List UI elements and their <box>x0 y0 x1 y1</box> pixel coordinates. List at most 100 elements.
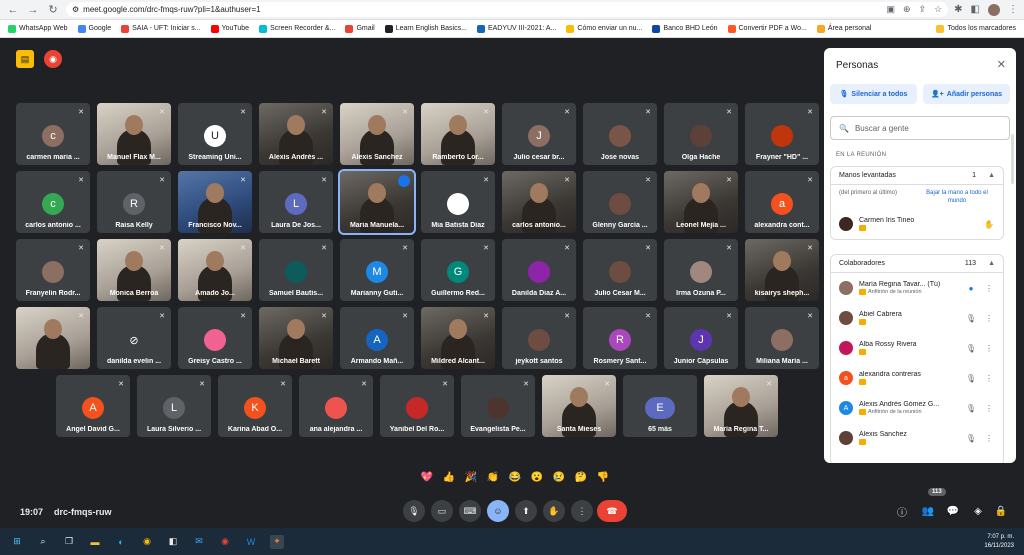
meeting-info-icon[interactable]: ⓘ <box>895 504 909 519</box>
participant-tile[interactable]: ✕ Monica Berroa <box>97 239 171 301</box>
bookmark-item[interactable]: WhatsApp Web <box>8 24 68 33</box>
participant-tile[interactable]: ✕ Leonel Mejía ... <box>664 171 738 233</box>
activities-icon[interactable]: ◈ <box>971 504 985 518</box>
participant-tile[interactable]: ✕ María Regina T... <box>704 375 778 437</box>
reaction-emoji[interactable]: 😮 <box>530 470 544 484</box>
participant-tile[interactable]: ✕ Michael Barett <box>259 307 333 369</box>
participant-tile[interactable]: Maria Manuela... <box>338 169 416 235</box>
raised-hands-header[interactable]: Manos levantadas 1 ▲ <box>831 167 1003 185</box>
bookmark-item[interactable]: YouTube <box>210 24 249 33</box>
bookmark-star-icon[interactable]: ☆ <box>934 4 942 15</box>
participant-tile[interactable]: ✕ Mildred Alcant... <box>421 307 495 369</box>
participant-tile[interactable]: ✕ Ramberto Lor... <box>421 103 495 165</box>
reaction-emoji[interactable]: 🤔 <box>574 470 588 484</box>
participant-tile[interactable]: J ✕ Junior Cápsulas <box>664 307 738 369</box>
participant-tile[interactable]: K ✕ Karina Abad O... <box>218 375 292 437</box>
recording-icon[interactable]: ◉ <box>44 50 62 68</box>
participant-tile[interactable]: L ✕ Laura De Jos... <box>259 171 333 233</box>
mic-off-icon[interactable]: 🎙 <box>965 374 977 383</box>
participant-tile[interactable]: ✕ Amado Jo... <box>178 239 252 301</box>
participant-tile[interactable]: ✕ Yanibel Del Ro... <box>380 375 454 437</box>
participant-tile[interactable]: R ✕ Rosmery Sant... <box>583 307 657 369</box>
emoji-reactions-icon[interactable]: ☺ <box>487 500 509 522</box>
captions-icon[interactable]: ⌨ <box>459 500 481 522</box>
participant-tile[interactable]: E 65 más <box>623 375 697 437</box>
search-icon[interactable]: ⌕ <box>36 535 50 549</box>
participant-tile[interactable]: ✕ jeykott santos <box>502 307 576 369</box>
collaborators-header[interactable]: Colaboradores 113 ▲ <box>831 255 1003 273</box>
profile-avatar[interactable] <box>988 3 1000 16</box>
reaction-emoji[interactable]: 😢 <box>552 470 566 484</box>
bookmark-item[interactable]: Convertir PDF a Wo... <box>727 24 807 33</box>
task-view-icon[interactable]: ❐ <box>62 535 76 549</box>
mic-off-icon[interactable]: 🎙 <box>965 314 977 323</box>
participant-tile[interactable]: ✕ Glenny García ... <box>583 171 657 233</box>
present-screen-icon[interactable]: ⬆ <box>515 500 537 522</box>
participant-tile[interactable]: ✕ Frayner "HD" ... <box>745 103 819 165</box>
participant-tile[interactable]: U ✕ Streaming Uni... <box>178 103 252 165</box>
mute-all-button[interactable]: 🎙 Silenciar a todos <box>830 84 917 104</box>
participant-tile[interactable]: ✕ Santa Mieses <box>542 375 616 437</box>
sidepanel-icon[interactable]: ◧ <box>971 4 980 15</box>
participant-tile[interactable]: ✕ Samuel Bautis... <box>259 239 333 301</box>
people-icon[interactable]: 👥 <box>921 504 935 518</box>
participant-tile[interactable]: ✕ Danilda Diaz A... <box>502 239 576 301</box>
participant-tile[interactable]: ✕ Greisy Castro ... <box>178 307 252 369</box>
bookmark-item[interactable]: Banco BHD León <box>652 24 718 33</box>
mic-off-icon[interactable]: 🎙 <box>965 434 977 443</box>
reaction-emoji[interactable]: 👏 <box>486 470 500 484</box>
chrome-icon[interactable]: ◉ <box>140 535 154 549</box>
participant-tile[interactable]: M ✕ Marianny Guti... <box>340 239 414 301</box>
store-icon[interactable]: ◧ <box>166 535 180 549</box>
host-controls-icon[interactable]: 🔒 <box>994 504 1008 518</box>
participant-tile[interactable]: ✕ Irma Ozuna P... <box>664 239 738 301</box>
participant-tile[interactable]: J ✕ Julio cesar br... <box>502 103 576 165</box>
site-info-icon[interactable]: ⚙ <box>72 5 79 14</box>
more-options-icon[interactable]: ⋮ <box>983 284 995 293</box>
participant-tile[interactable]: ✕ Alexis Sanchez <box>340 103 414 165</box>
bookmark-item[interactable]: Gmail <box>345 24 375 33</box>
participant-tile[interactable]: ✕ Francisco Nov... <box>178 171 252 233</box>
word-icon[interactable]: W <box>244 535 258 549</box>
participant-tile[interactable]: c ✕ carmen maria ... <box>16 103 90 165</box>
forward-arrow-icon[interactable]: → <box>26 3 40 17</box>
microphone-icon[interactable]: 🎙 <box>403 500 425 522</box>
share-icon[interactable]: ⇪ <box>919 4 927 15</box>
reaction-emoji[interactable]: 👎 <box>596 470 610 484</box>
search-people-input[interactable]: 🔍 Buscar a gente <box>830 116 1010 140</box>
menu-kebab-icon[interactable]: ⋮ <box>1008 4 1018 15</box>
leave-call-button[interactable]: ☎ <box>597 500 627 522</box>
chrome-profile-icon[interactable]: ◉ <box>218 535 232 549</box>
participant-tile[interactable]: R ✕ Raisa Kelly <box>97 171 171 233</box>
participant-tile[interactable]: ✕ ana alejandra ... <box>299 375 373 437</box>
participant-tile[interactable]: ✕ kisairys sheph... <box>745 239 819 301</box>
close-icon[interactable]: ✕ <box>997 58 1006 71</box>
all-bookmarks-folder[interactable]: Todos los marcadores <box>935 24 1016 33</box>
bookmark-item[interactable]: Google <box>77 24 111 33</box>
reload-icon[interactable]: ↻ <box>46 3 60 17</box>
add-people-button[interactable]: 👤+ Añadir personas <box>923 84 1010 104</box>
participant-tile[interactable]: a ✕ alexandra cont... <box>745 171 819 233</box>
participant-tile[interactable]: ✕ Alexis Andrés ... <box>259 103 333 165</box>
participant-tile[interactable]: ✕ Franyelin Rodr... <box>16 239 90 301</box>
participant-tile[interactable]: ✕ <box>16 307 90 369</box>
extensions-icon[interactable]: ✱ <box>954 4 962 15</box>
reaction-emoji[interactable]: 💖 <box>420 470 434 484</box>
participant-tile[interactable]: G ✕ Guillermo Red... <box>421 239 495 301</box>
captions-off-icon[interactable]: ▤ <box>16 50 34 68</box>
more-options-icon[interactable]: ⋮ <box>983 404 995 413</box>
more-options-icon[interactable]: ⋮ <box>983 434 995 443</box>
bookmark-item[interactable]: SAIA - UFT: Iniciar s... <box>121 24 201 33</box>
reaction-emoji[interactable]: 😂 <box>508 470 522 484</box>
hand-icon[interactable]: ✋ <box>983 220 995 229</box>
bookmark-item[interactable]: Learn English Basics... <box>384 24 467 33</box>
mic-off-icon[interactable]: 🎙 <box>965 404 977 413</box>
edge-icon[interactable]: ◐ <box>114 535 128 549</box>
bookmark-item[interactable]: Cómo enviar un nu... <box>566 24 642 33</box>
camera-toggle-icon[interactable]: ▭ <box>431 500 453 522</box>
more-options-icon[interactable]: ⋮ <box>983 314 995 323</box>
zoom-icon[interactable]: ⊕ <box>903 4 911 15</box>
more-options-icon[interactable]: ⋮ <box>571 500 593 522</box>
bookmark-item[interactable]: Área personal <box>816 24 871 33</box>
reaction-emoji[interactable]: 👍 <box>442 470 456 484</box>
